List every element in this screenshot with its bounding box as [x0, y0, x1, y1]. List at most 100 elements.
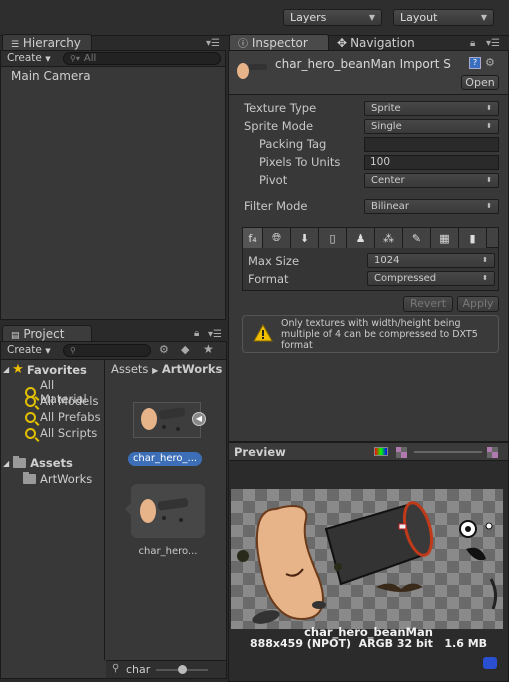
- breadcrumb-artworks[interactable]: ArtWorks: [162, 362, 222, 376]
- pixels-to-units-input[interactable]: 100: [364, 155, 499, 170]
- sprite-mode-select[interactable]: Single ⬍: [364, 119, 499, 134]
- bean-sprite-thumbnail: [141, 407, 186, 431]
- layers-dropdown[interactable]: Layers ▼: [283, 9, 382, 26]
- pivot-select[interactable]: Center ⬍: [364, 173, 499, 188]
- android-platform-icon[interactable]: ♟: [347, 228, 375, 248]
- filter-mode-label: Filter Mode: [244, 199, 308, 213]
- default-platform-icon[interactable]: f₄: [243, 228, 263, 248]
- format-select[interactable]: Compressed ⬍: [367, 271, 495, 286]
- favorite-all-scripts[interactable]: All Scripts: [25, 426, 97, 440]
- project-create-button[interactable]: Create ▼: [7, 344, 51, 356]
- open-button[interactable]: Open: [461, 75, 499, 90]
- chevron-updown-icon: ⬍: [486, 104, 492, 112]
- hierarchy-search-input[interactable]: ⚲▾ All: [63, 52, 221, 65]
- zoom-slider-handle[interactable]: [178, 665, 187, 674]
- chevron-updown-icon: ⬍: [486, 202, 492, 210]
- ios-platform-icon[interactable]: ▯: [319, 228, 347, 248]
- search-icon: ⚲▾: [70, 54, 80, 63]
- windows-platform-icon[interactable]: ▦: [431, 228, 459, 248]
- gear-icon[interactable]: ⚙: [485, 56, 495, 69]
- inspector-panel: char_hero_beanMan Import S ? ⚙ Open Text…: [228, 50, 509, 442]
- packing-tag-input[interactable]: [364, 137, 499, 152]
- tab-navigation[interactable]: ✥ Navigation: [337, 36, 415, 50]
- hierarchy-item-main-camera[interactable]: Main Camera: [11, 69, 91, 83]
- apply-button[interactable]: Apply: [457, 296, 499, 312]
- favorite-all-prefabs[interactable]: All Prefabs: [25, 410, 101, 424]
- packing-tag-label: Packing Tag: [259, 137, 327, 151]
- blackberry-platform-icon[interactable]: ⁂: [375, 228, 403, 248]
- preview-area: char_hero_beanMan 888x459 (NPOT) ARGB 32…: [229, 461, 508, 681]
- favorite-all-models[interactable]: All Models: [25, 394, 98, 408]
- assets-folder[interactable]: ◢ Assets: [3, 456, 73, 470]
- project-lock-icon[interactable]: 🔒︎: [194, 328, 199, 339]
- asset-label-selected[interactable]: char_hero_...: [128, 452, 202, 466]
- expand-arrow-icon: ◢: [3, 458, 10, 468]
- chevron-updown-icon: ⬍: [486, 176, 492, 184]
- layout-dropdown[interactable]: Layout ▼: [393, 9, 494, 26]
- asset-thumbnail-selected[interactable]: [131, 484, 205, 538]
- pixels-to-units-label: Pixels To Units: [259, 155, 341, 169]
- assets-label: Assets: [30, 456, 73, 470]
- platform-settings: f₄ 🌐︎ ⬇ ▯ ♟ ⁂ ✎ ▦ ▮ Max Size 1024 ⬍ Forma…: [242, 227, 499, 291]
- tab-hierarchy[interactable]: ☰ Hierarchy: [2, 34, 92, 50]
- select-value: Compressed: [374, 273, 437, 284]
- bottom-search-value[interactable]: char: [126, 663, 150, 676]
- favorites-header[interactable]: ◢ ★ Favorites: [3, 362, 87, 377]
- project-toolbar: Create ▼ ⚲ ⚙ ◆ ★: [1, 342, 226, 360]
- star-filter-icon[interactable]: ★: [203, 342, 214, 356]
- folder-icon: [23, 472, 36, 484]
- warning-box: Only textures with width/height being mu…: [242, 315, 499, 353]
- warning-icon: [253, 324, 273, 342]
- create-label: Create: [7, 52, 42, 64]
- flash-platform-icon[interactable]: ✎: [403, 228, 431, 248]
- artworks-folder[interactable]: ArtWorks: [23, 472, 92, 486]
- favorite-label: All Prefabs: [40, 410, 101, 424]
- mip-slider[interactable]: [414, 451, 482, 453]
- max-size-select[interactable]: 1024 ⬍: [367, 253, 495, 268]
- asset-label[interactable]: char_hero...: [130, 546, 206, 557]
- inspector-tab-label: Inspector: [251, 36, 308, 50]
- hierarchy-create-button[interactable]: Create ▼: [7, 52, 51, 64]
- chevron-right-icon: ▶: [152, 366, 159, 375]
- pivot-label: Pivot: [259, 173, 288, 187]
- asset-thumbnail[interactable]: [133, 402, 201, 438]
- web-platform-icon[interactable]: 🌐︎: [263, 228, 291, 248]
- panel-menu-icon[interactable]: ▾☰: [206, 38, 220, 49]
- filter-by-label-icon[interactable]: ◆: [181, 343, 189, 356]
- mip-icon[interactable]: [487, 447, 498, 458]
- alpha-toggle-icon[interactable]: [396, 447, 407, 458]
- help-icon[interactable]: ?: [469, 57, 481, 69]
- create-label: Create: [7, 344, 42, 356]
- play-icon[interactable]: ◀: [192, 412, 206, 426]
- revert-button[interactable]: Revert: [403, 296, 453, 312]
- navigation-icon: ✥: [337, 36, 348, 50]
- filter-by-type-icon[interactable]: ⚙: [159, 343, 169, 356]
- preview-header: Preview: [229, 443, 508, 461]
- panel-menu-icon[interactable]: ▾☰: [486, 38, 500, 49]
- project-search-input[interactable]: ⚲: [63, 344, 151, 357]
- asset-preview-icon: [237, 63, 267, 79]
- lock-icon[interactable]: 🔒︎: [470, 38, 475, 49]
- chevron-updown-icon: ⬍: [482, 274, 488, 282]
- select-value: Single: [371, 121, 402, 132]
- search-icon: ⚲: [70, 346, 76, 355]
- select-value: 1024: [374, 255, 400, 266]
- panel-menu-icon[interactable]: ▾☰: [208, 329, 222, 340]
- select-value: Sprite: [371, 103, 401, 114]
- tab-inspector[interactable]: ⓘ Inspector: [229, 34, 329, 50]
- standalone-platform-icon[interactable]: ⬇: [291, 228, 319, 248]
- alpha-checker-icon: [396, 447, 407, 458]
- select-value: Bilinear: [371, 201, 409, 212]
- chevron-down-icon: ▼: [368, 13, 375, 22]
- tab-project[interactable]: ▤ Project: [2, 325, 92, 341]
- filter-mode-select[interactable]: Bilinear ⬍: [364, 199, 499, 214]
- preview-asset-info: 888x459 (NPOT) ARGB 32 bit 1.6 MB: [249, 637, 488, 650]
- phone-platform-icon[interactable]: ▮: [459, 228, 487, 248]
- texture-type-select[interactable]: Sprite ⬍: [364, 101, 499, 116]
- bean-man-sprite: [237, 501, 498, 624]
- rgb-toggle-icon[interactable]: [374, 447, 388, 456]
- platform-tabs: f₄ 🌐︎ ⬇ ▯ ♟ ⁂ ✎ ▦ ▮: [243, 228, 498, 248]
- search-icon: [25, 395, 36, 407]
- project-panel: Create ▼ ⚲ ⚙ ◆ ★ ◢ ★ Favorites All Mater…: [0, 341, 227, 679]
- breadcrumb-assets[interactable]: Assets: [111, 362, 148, 376]
